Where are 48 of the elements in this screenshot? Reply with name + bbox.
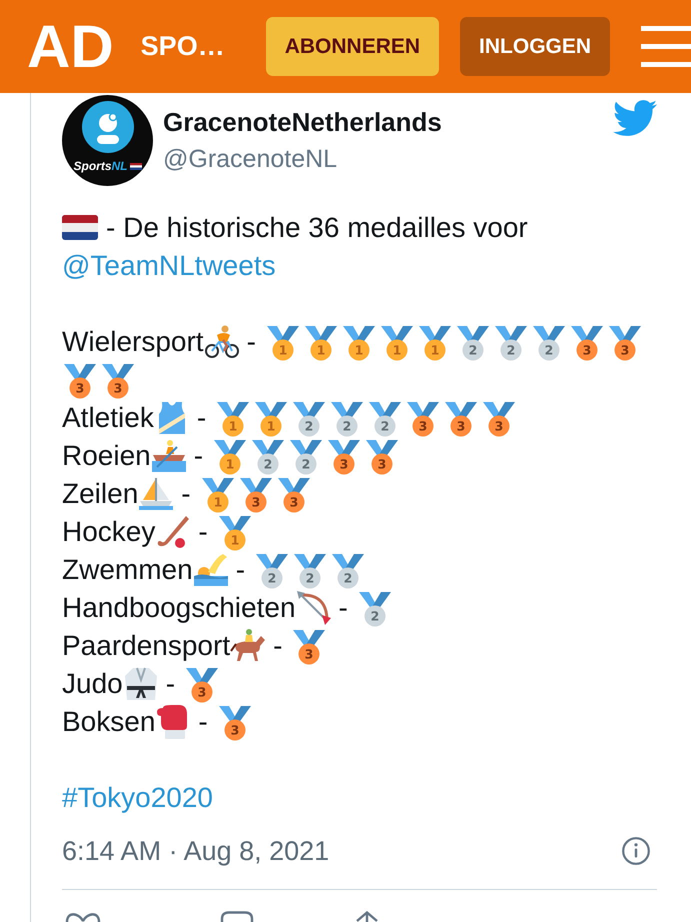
sport-name: Wielersport <box>62 326 204 357</box>
swimmer-icon <box>192 552 229 588</box>
flag-icon <box>62 215 98 240</box>
info-icon[interactable] <box>622 837 650 865</box>
separator-dash: - <box>181 478 191 509</box>
martial-arts-uniform-icon <box>122 666 159 702</box>
separator-dash: - <box>198 516 208 547</box>
section-title: SPO… <box>140 31 225 62</box>
separator-dash: - <box>194 440 204 471</box>
horse-rider-icon <box>230 628 266 664</box>
circle-logo-icon <box>82 101 134 153</box>
separator-dash: - <box>198 706 208 737</box>
sport-name: Zeilen <box>62 478 138 509</box>
cyclist-icon <box>204 324 240 360</box>
subscribe-button[interactable]: ABONNEREN <box>266 17 440 76</box>
author-name: GracenoteNetherlands <box>163 106 442 139</box>
author-handle: @GracenoteNL <box>163 144 338 175</box>
separator-dash: - <box>166 668 176 699</box>
hashtag-link[interactable]: #Tokyo2020 <box>62 782 214 813</box>
sport-name: Paardensport <box>62 630 230 661</box>
bow-and-arrow-icon <box>296 590 332 626</box>
separator-dash: - <box>273 630 282 661</box>
mention-link[interactable]: @TeamNLtweets <box>62 247 276 285</box>
sport-name: Zwemmen <box>62 554 193 585</box>
sport-name: Boksen <box>62 706 156 737</box>
separator-dash: - <box>236 554 246 585</box>
sport-name: Atletiek <box>62 402 154 433</box>
sport-name: Judo <box>62 668 123 699</box>
hockey-stick-icon <box>155 514 192 550</box>
sport-name: Roeien <box>62 440 151 471</box>
login-button[interactable]: INLOGGEN <box>460 17 610 76</box>
separator-dash: - <box>246 326 256 357</box>
flag-icon <box>130 162 142 170</box>
separator-dash: - <box>338 592 348 623</box>
bird-logo-icon[interactable] <box>613 100 657 136</box>
heart-icon[interactable] <box>65 911 101 922</box>
sailboat-icon <box>138 476 174 512</box>
tweet-timestamp: 6:14 AM · Aug 8, 2021 <box>62 835 330 868</box>
sport-name: Hockey <box>62 516 156 547</box>
avatar-wordmark: SportsNL <box>73 159 128 173</box>
sport-name: Handboogschieten <box>62 592 296 623</box>
speech-bubble-icon[interactable] <box>220 911 254 922</box>
separator-dash: - <box>196 402 206 433</box>
site-logo[interactable]: AD <box>27 16 114 76</box>
tweet-text: - De historische 36 medailles voor <box>106 212 528 243</box>
rowboat-icon <box>150 438 187 474</box>
share-icon[interactable] <box>354 911 380 922</box>
menu-icon[interactable] <box>641 26 691 67</box>
